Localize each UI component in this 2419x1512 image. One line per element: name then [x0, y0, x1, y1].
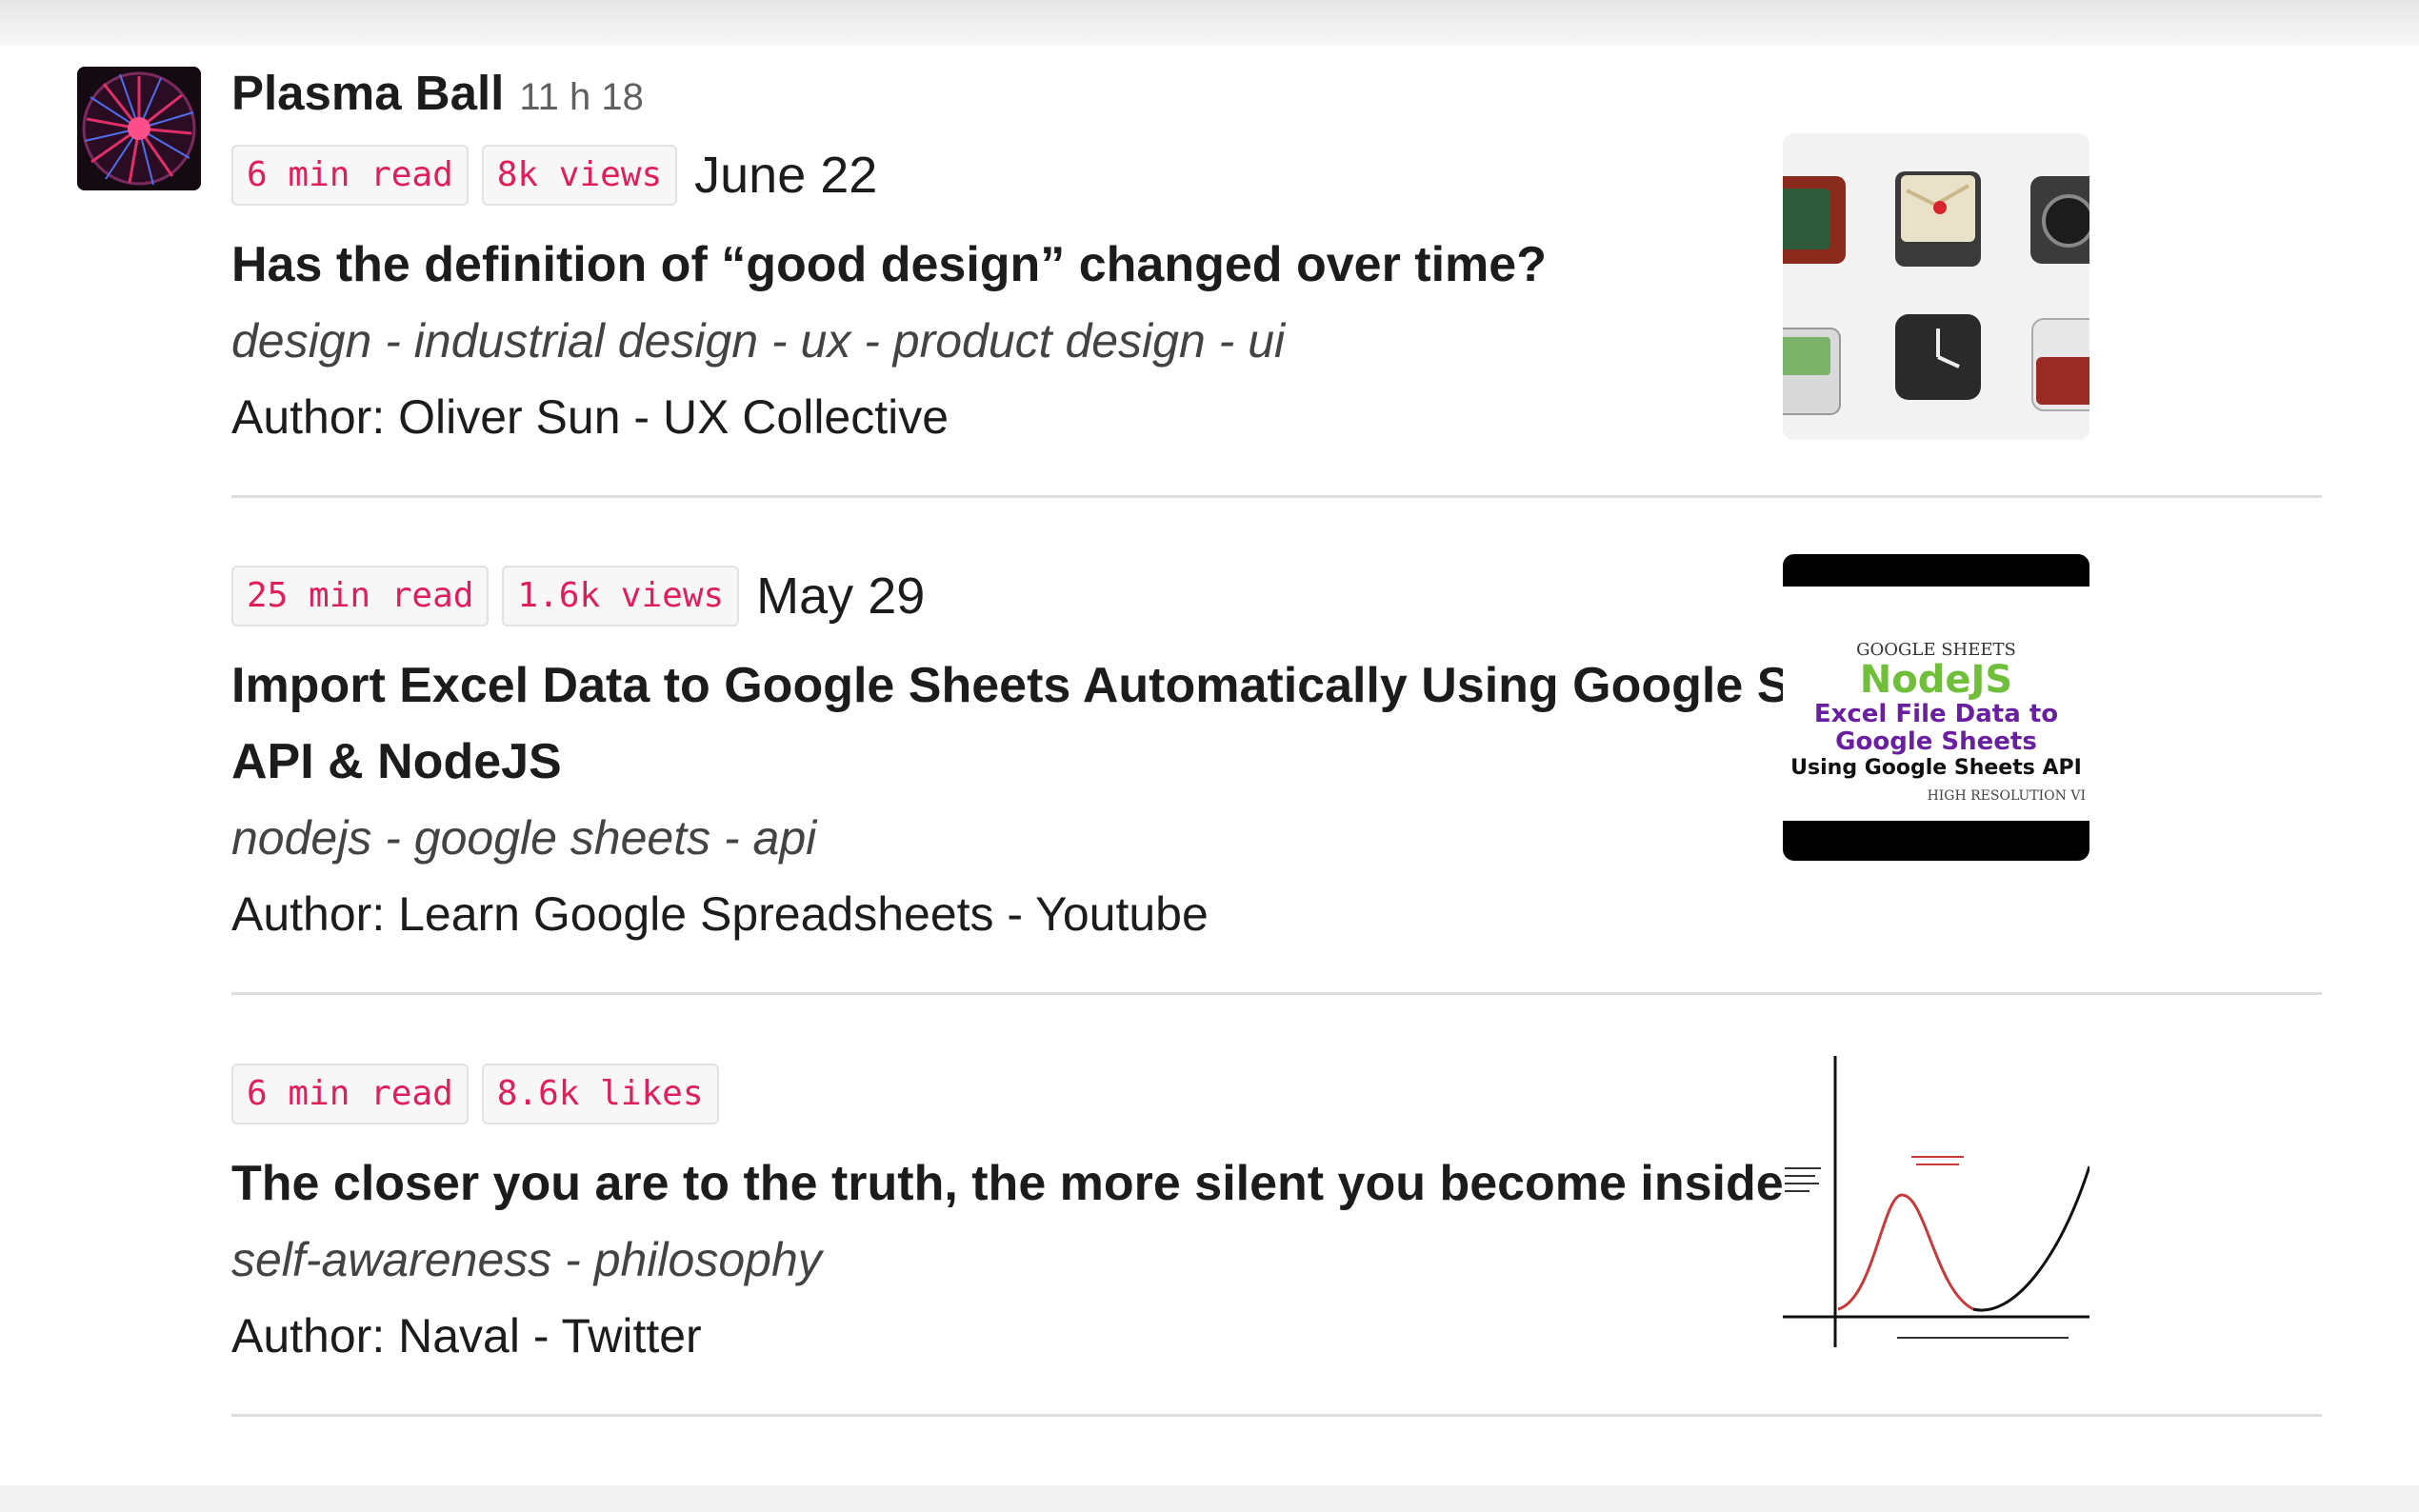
- article-title[interactable]: The closer you are to the truth, the mor…: [231, 1145, 1993, 1222]
- article-title[interactable]: Import Excel Data to Google Sheets Autom…: [231, 647, 1993, 800]
- article-thumbnail[interactable]: [1783, 133, 2089, 440]
- article-divider: [231, 992, 2322, 995]
- article-thumbnail[interactable]: [1783, 1052, 2089, 1359]
- thumbnail-heading: NodeJS: [1859, 658, 2013, 702]
- article-date: May 29: [756, 567, 926, 625]
- views-badge: 8k views: [481, 145, 678, 206]
- article-divider: [231, 1414, 2322, 1417]
- top-scroll-edge: [0, 0, 2419, 46]
- article-divider: [231, 495, 2322, 498]
- article-thumbnail[interactable]: GOOGLE SHEETS NodeJS Excel File Data to …: [1783, 554, 2089, 861]
- plasma-ball-icon: [77, 67, 201, 190]
- read-time-badge: 6 min read: [231, 1064, 469, 1124]
- read-time-badge: 25 min read: [231, 566, 490, 627]
- thumbnail-footnote: HIGH RESOLUTION VI: [1927, 788, 2086, 804]
- avatar[interactable]: [77, 67, 201, 190]
- dunning-kruger-curve-thumbnail: [1783, 1052, 2089, 1359]
- thumbnail-line: Using Google Sheets API: [1790, 756, 2082, 780]
- thumbnail-caption: GOOGLE SHEETS: [1856, 640, 2016, 660]
- message-header: Plasma Ball 11 h 18: [231, 65, 644, 122]
- thumbnail-line: Google Sheets: [1835, 727, 2037, 756]
- views-badge: 1.6k views: [502, 566, 740, 627]
- read-time-badge: 6 min read: [231, 145, 469, 206]
- video-thumbnail-frame: GOOGLE SHEETS NodeJS Excel File Data to …: [1783, 587, 2089, 821]
- thumbnail-line: Excel File Data to: [1813, 700, 2059, 728]
- sender-name[interactable]: Plasma Ball: [231, 65, 504, 121]
- retro-device-icons-thumbnail: [1783, 133, 2089, 440]
- article-date: June 22: [694, 147, 878, 204]
- likes-badge: 8.6k likes: [481, 1064, 719, 1124]
- message-timestamp[interactable]: 11 h 18: [519, 76, 644, 119]
- bottom-scroll-edge: [0, 1485, 2419, 1512]
- article-title[interactable]: Has the definition of “good design” chan…: [231, 227, 1993, 303]
- article-author: Author: Learn Google Spreadsheets - Yout…: [231, 887, 1209, 941]
